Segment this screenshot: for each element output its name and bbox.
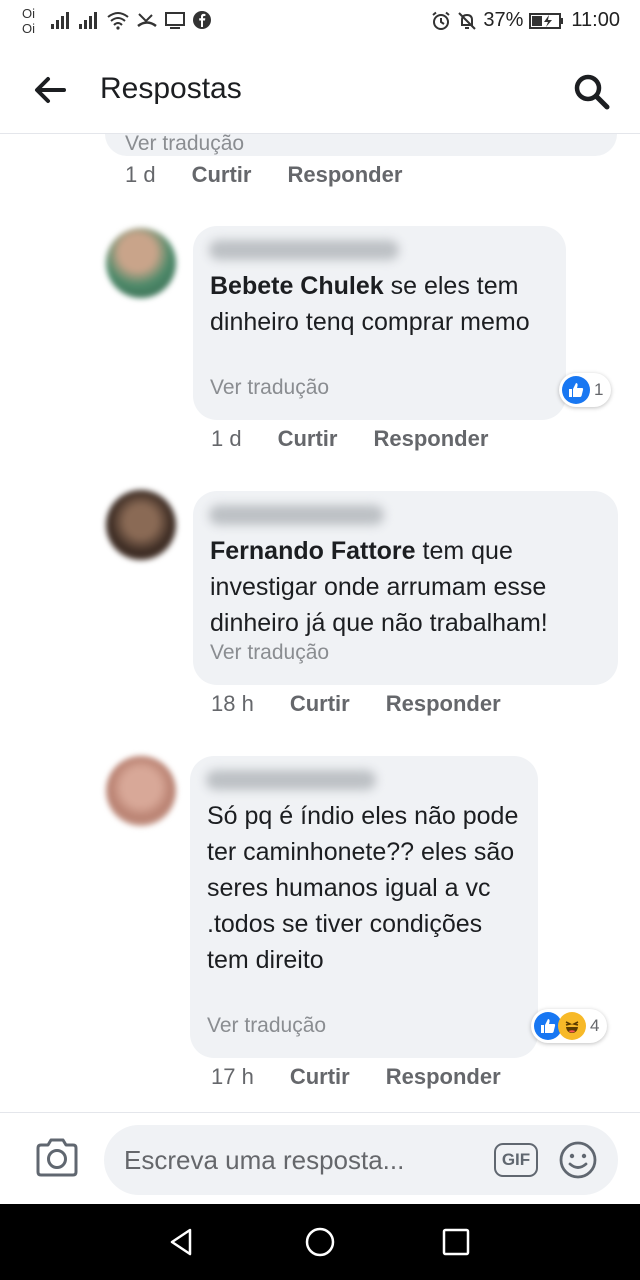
comment-time[interactable]: 18 h xyxy=(211,691,254,717)
emoji-icon xyxy=(559,1141,597,1179)
reaction-count: 4 xyxy=(590,1016,600,1035)
comment-time[interactable]: 1 d xyxy=(211,426,242,452)
status-bar: Oi Oi 37% 11:00 xyxy=(0,0,640,44)
reply-link[interactable]: Responder xyxy=(386,1064,501,1090)
carrier-labels: Oi Oi xyxy=(22,6,35,36)
like-link[interactable]: Curtir xyxy=(290,1064,350,1090)
circle-home-icon xyxy=(305,1227,335,1257)
mention-link[interactable]: Fernando Fattore xyxy=(210,537,416,565)
camera-button[interactable] xyxy=(34,1137,80,1179)
page-title: Respostas xyxy=(100,72,242,105)
wifi-icon xyxy=(107,12,129,30)
status-icons-left xyxy=(50,10,212,30)
facebook-notification-icon xyxy=(193,11,211,29)
carrier-2: Oi xyxy=(22,21,35,36)
author-name-blurred[interactable] xyxy=(206,770,376,790)
comment-actions: 1 d Curtir Responder xyxy=(125,162,402,188)
comment-bubble-partial: Ver tradução xyxy=(105,134,617,156)
reply-composer: GIF xyxy=(0,1112,640,1204)
square-recents-icon xyxy=(442,1228,470,1256)
reply-link[interactable]: Responder xyxy=(287,162,402,188)
comment-bubble: Fernando Fattore tem que investigar onde… xyxy=(193,491,618,685)
back-button[interactable] xyxy=(30,72,70,108)
author-name-blurred[interactable] xyxy=(209,505,384,525)
like-icon xyxy=(562,376,590,404)
status-icons-right: 37% 11:00 xyxy=(431,9,620,32)
search-icon xyxy=(574,74,610,110)
comment-actions: 17 h Curtir Responder xyxy=(211,1064,501,1090)
search-button[interactable] xyxy=(572,72,612,112)
reaction-count: 1 xyxy=(594,380,604,399)
back-arrow-icon xyxy=(35,77,66,103)
clock: 11:00 xyxy=(571,9,620,31)
comment-time[interactable]: 1 d xyxy=(125,162,156,188)
battery-percent: 37% xyxy=(483,9,524,31)
gif-button[interactable]: GIF xyxy=(494,1143,538,1177)
avatar[interactable] xyxy=(106,228,176,298)
signal-icon-2 xyxy=(79,12,97,29)
comment-text: Bebete Chulek se eles tem dinheiro tenq … xyxy=(210,268,555,340)
see-translation-link[interactable]: Ver tradução xyxy=(125,134,244,156)
carrier-1: Oi xyxy=(22,6,35,21)
triangle-back-icon xyxy=(170,1228,192,1256)
app-header: Respostas xyxy=(0,44,640,134)
comment-text: Só pq é índio eles não pode ter caminhon… xyxy=(207,798,527,978)
comment-thread: Ver tradução 1 d Curtir Responder Bebete… xyxy=(0,134,640,1112)
author-name-blurred[interactable] xyxy=(209,240,399,260)
see-translation-link[interactable]: Ver tradução xyxy=(210,376,329,400)
reply-link[interactable]: Responder xyxy=(386,691,501,717)
reaction-summary[interactable]: 1 xyxy=(559,373,612,407)
like-link[interactable]: Curtir xyxy=(278,426,338,452)
haha-icon xyxy=(558,1012,586,1040)
reply-input[interactable] xyxy=(124,1125,484,1195)
avatar[interactable] xyxy=(106,756,176,826)
nav-home-button[interactable] xyxy=(302,1224,338,1260)
emoji-button[interactable] xyxy=(558,1140,598,1180)
comment-body: Só pq é índio eles não pode ter caminhon… xyxy=(207,802,519,974)
comment-actions: 18 h Curtir Responder xyxy=(211,691,501,717)
like-link[interactable]: Curtir xyxy=(192,162,252,188)
signal-icon xyxy=(51,12,69,29)
battery-charging-icon xyxy=(529,12,564,29)
comment-actions: 1 d Curtir Responder xyxy=(211,426,488,452)
comment-text: Fernando Fattore tem que investigar onde… xyxy=(210,533,610,641)
system-nav-bar xyxy=(0,1204,640,1280)
reply-input-container: GIF xyxy=(104,1125,618,1195)
camera-icon xyxy=(36,1138,78,1177)
mute-icon xyxy=(458,11,477,30)
see-translation-link[interactable]: Ver tradução xyxy=(210,641,329,665)
like-link[interactable]: Curtir xyxy=(290,691,350,717)
see-translation-link[interactable]: Ver tradução xyxy=(207,1014,326,1038)
alarm-icon xyxy=(432,11,451,30)
comment-bubble: Só pq é índio eles não pode ter caminhon… xyxy=(190,756,538,1058)
mention-link[interactable]: Bebete Chulek xyxy=(210,272,384,300)
avatar[interactable] xyxy=(106,490,176,560)
missed-call-icon xyxy=(137,13,157,28)
comment-time[interactable]: 17 h xyxy=(211,1064,254,1090)
nav-back-button[interactable] xyxy=(164,1224,200,1260)
reply-link[interactable]: Responder xyxy=(373,426,488,452)
screen-cast-icon xyxy=(165,12,185,29)
nav-recents-button[interactable] xyxy=(438,1224,474,1260)
reaction-summary[interactable]: 4 xyxy=(531,1009,608,1043)
comment-bubble: Bebete Chulek se eles tem dinheiro tenq … xyxy=(193,226,566,420)
